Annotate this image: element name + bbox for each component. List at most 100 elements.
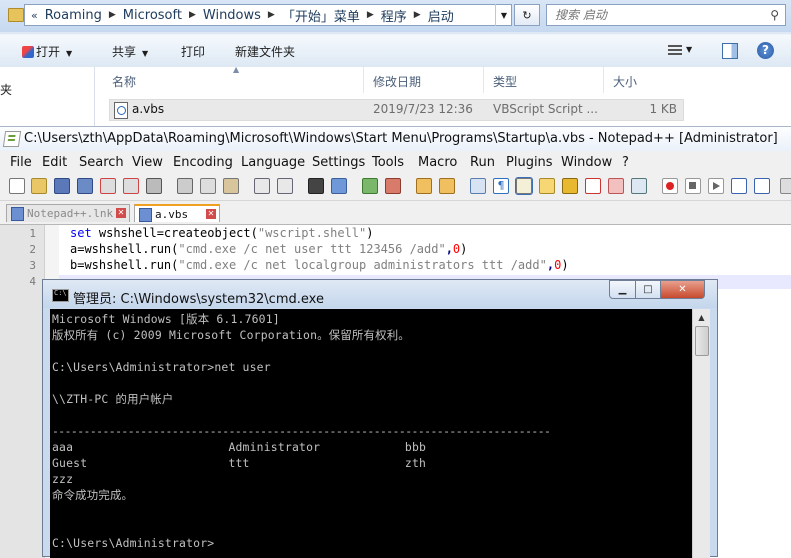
record-macro-icon[interactable] [662,178,678,194]
breadcrumb-microsoft[interactable]: Microsoft [120,8,185,23]
view-options-icon[interactable] [668,45,682,57]
breadcrumb-start-menu[interactable]: 「开始」菜单 [279,6,363,25]
command-bar: 打开 ▼ 共享 ▼ 打印 新建文件夹 ▼ ? [0,34,791,68]
menu-help[interactable]: ? [622,155,629,170]
breadcrumb-roaming[interactable]: Roaming [42,8,105,23]
sync-vertical-icon[interactable] [416,178,432,194]
menu-settings[interactable]: Settings [312,155,365,170]
preview-pane-icon[interactable] [722,43,738,59]
chevron-down-icon[interactable]: ▼ [686,45,692,54]
redo-icon[interactable] [277,178,293,194]
chevron-right-icon[interactable]: ▶ [363,10,378,20]
copy-icon[interactable] [200,178,216,194]
column-header-type[interactable]: 类型 [493,73,517,90]
address-bar[interactable]: « Roaming ▶ Microsoft ▶ Windows ▶ 「开始」菜单… [24,4,512,26]
scroll-up-icon[interactable]: ▲ [693,309,710,326]
cut-icon[interactable] [177,178,193,194]
print-button[interactable]: 打印 [181,43,205,60]
menu-window[interactable]: Window [561,155,612,170]
breadcrumb-overflow[interactable]: « [25,9,42,22]
file-row[interactable]: a.vbs 2019/7/23 12:36 VBScript Script ..… [109,99,684,121]
tab-a-vbs[interactable]: a.vbs ✕ [134,204,220,222]
menu-edit[interactable]: Edit [42,155,67,170]
cmd-titlebar[interactable]: 管理员: C:\Windows\system32\cmd.exe ▁ □ ✕ [43,280,717,308]
chevron-right-icon[interactable]: ▶ [410,10,425,20]
close-file-icon[interactable] [100,178,116,194]
indent-guide-icon[interactable] [515,177,533,195]
menu-file[interactable]: File [10,155,32,170]
sync-horizontal-icon[interactable] [439,178,455,194]
monitoring-icon[interactable] [631,178,647,194]
save-macro-icon[interactable] [754,178,770,194]
undo-icon[interactable] [254,178,270,194]
share-button[interactable]: 共享 ▼ [112,43,148,60]
close-all-icon[interactable] [123,178,139,194]
user-language-icon[interactable] [539,178,555,194]
menu-encoding[interactable]: Encoding [173,155,233,170]
code-keyword: set [70,226,92,240]
column-header-modified[interactable]: 修改日期 [373,73,421,90]
chevron-down-icon[interactable]: ▼ [495,4,512,26]
chevron-right-icon[interactable]: ▶ [105,10,120,20]
zoom-in-icon[interactable] [362,178,378,194]
run-macro-multiple-icon[interactable] [731,178,747,194]
toolbar-overflow-icon[interactable] [780,178,791,194]
scroll-thumb[interactable] [695,326,709,356]
menu-plugins[interactable]: Plugins [506,155,553,170]
chevron-right-icon[interactable]: ▶ [264,10,279,20]
replace-icon[interactable] [331,178,347,194]
play-macro-icon[interactable] [708,178,724,194]
console-output[interactable]: Microsoft Windows [版本 6.1.7601] 版权所有 (c)… [50,309,710,558]
minimize-button[interactable]: ▁ [609,280,636,299]
folder-workspace-icon[interactable] [608,178,624,194]
new-file-icon[interactable] [9,178,25,194]
document-map-icon[interactable] [562,178,578,194]
menu-search[interactable]: Search [79,155,124,170]
stop-macro-icon[interactable] [685,178,701,194]
column-divider[interactable] [483,67,484,93]
column-divider[interactable] [363,67,364,93]
console-line: 命令成功完成。 [52,488,134,502]
breadcrumb-startup[interactable]: 启动 [425,6,457,25]
close-icon[interactable]: ✕ [116,208,126,218]
save-all-icon[interactable] [77,178,93,194]
maximize-button[interactable]: □ [635,280,661,299]
open-file-icon[interactable] [31,178,47,194]
menu-bar: File Edit Search View Encoding Language … [0,153,791,171]
menu-macro[interactable]: Macro [418,155,457,170]
save-icon[interactable] [54,178,70,194]
help-icon[interactable]: ? [757,42,774,59]
paste-icon[interactable] [223,178,239,194]
menu-run[interactable]: Run [470,155,495,170]
tab-notepad-lnk[interactable]: Notepad++.lnk ✕ [6,204,130,222]
print-icon[interactable] [146,178,162,194]
scrollbar[interactable]: ▲ [692,309,710,558]
word-wrap-icon[interactable] [470,178,486,194]
console-line: \\ZTH-PC 的用户帐户 [52,392,174,406]
column-header-name[interactable]: 名称 [112,73,136,90]
column-header-size[interactable]: 大小 [613,73,637,90]
nav-item[interactable]: 夹 [0,81,12,98]
column-divider[interactable] [603,67,604,93]
menu-tools[interactable]: Tools [372,155,404,170]
close-icon[interactable]: ✕ [206,209,216,219]
refresh-button[interactable]: ↻ [514,4,540,26]
open-button[interactable]: 打开 ▼ [22,43,72,60]
search-input[interactable] [547,5,763,25]
breadcrumb-windows[interactable]: Windows [200,8,264,23]
console-line: Guest ttt zth [52,456,427,470]
find-icon[interactable] [308,178,324,194]
npp-titlebar[interactable]: C:\Users\zth\AppData\Roaming\Microsoft\W… [0,127,791,151]
close-button[interactable]: ✕ [660,280,705,299]
search-box[interactable]: ⚲ [546,4,786,26]
menu-language[interactable]: Language [241,155,305,170]
function-list-icon[interactable] [585,178,601,194]
zoom-out-icon[interactable] [385,178,401,194]
code-text: ) [366,226,374,240]
search-icon[interactable]: ⚲ [770,8,779,22]
new-folder-button[interactable]: 新建文件夹 [235,43,295,60]
menu-view[interactable]: View [132,155,163,170]
chevron-right-icon[interactable]: ▶ [185,10,200,20]
breadcrumb-programs[interactable]: 程序 [378,6,410,25]
show-all-characters-icon[interactable]: ¶ [493,178,509,194]
